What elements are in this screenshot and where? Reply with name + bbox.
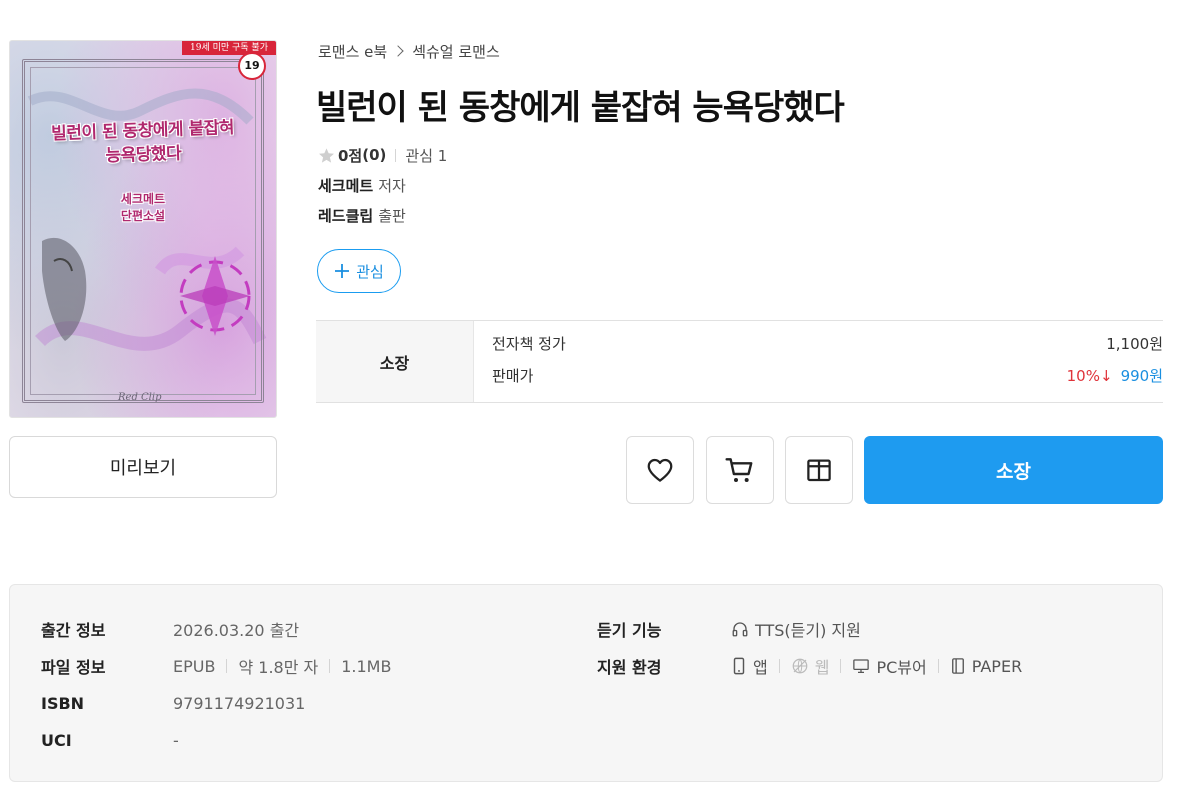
- list-price-label: 전자책 정가: [492, 335, 566, 353]
- env-web: 웹: [791, 654, 830, 678]
- wish-button[interactable]: 관심: [317, 249, 401, 293]
- web-disabled-icon: [792, 658, 808, 674]
- file-format: EPUB: [173, 656, 216, 676]
- cart-button[interactable]: [706, 436, 774, 504]
- book-cover[interactable]: 19세 미만 구독 불가 19 빌런이 된 동창에게 붙잡혀 능욕당했다 세크메…: [9, 40, 277, 418]
- publish-info-label: 출간 정보: [41, 621, 106, 640]
- plus-icon: [335, 264, 350, 278]
- sale-price-label: 판매가: [492, 367, 534, 385]
- divider: [937, 659, 939, 673]
- listen-row: 듣기 기능 TTS(듣기) 지원: [597, 618, 1137, 640]
- rating-count[interactable]: (0): [362, 146, 386, 164]
- sale-price-value: 990원: [1120, 367, 1163, 385]
- wish-button-label: 관심: [356, 262, 384, 281]
- divider: [778, 659, 780, 673]
- publisher-name[interactable]: 레드클립: [318, 207, 373, 225]
- tts-label: TTS(듣기) 지원: [755, 621, 861, 640]
- cover-title: 빌런이 된 동창에게 붙잡혀 능욕당했다: [10, 114, 276, 171]
- listen-label: 듣기 기능: [597, 621, 662, 640]
- chevron-right-icon: [392, 45, 404, 57]
- rating-summary: 0점 (0) 관심 1: [318, 145, 447, 165]
- divider: [840, 659, 842, 673]
- publisher-info: 레드클립 출판: [318, 205, 406, 225]
- age-19-badge: 19: [238, 52, 266, 80]
- env-web-label: 웹: [814, 658, 830, 677]
- env-paper-label: PAPER: [971, 656, 1023, 676]
- file-length: 약 1.8만 자: [238, 658, 319, 677]
- cart-icon: [725, 458, 753, 482]
- author-info: 세크메트 저자: [318, 175, 406, 195]
- favorite-button[interactable]: [626, 436, 694, 504]
- file-info-row: 파일 정보 EPUB 약 1.8만 자 1.1MB: [41, 654, 561, 678]
- cover-genre: 단편소설: [120, 209, 166, 223]
- breadcrumb-subcategory[interactable]: 섹슈얼 로맨스: [412, 41, 500, 62]
- price-type-label: 소장: [316, 321, 474, 402]
- isbn-value: 9791174921031: [173, 693, 306, 713]
- file-info-label: 파일 정보: [41, 658, 106, 677]
- heart-icon: [647, 458, 673, 482]
- cover-author: 세크메트: [120, 192, 166, 206]
- cover-subtitle: 세크메트 단편소설: [10, 191, 276, 225]
- isbn-row: ISBN 9791174921031: [41, 692, 561, 714]
- env-app-label: 앱: [753, 658, 768, 677]
- list-price-row: 전자책 정가 1,100원: [492, 333, 1163, 365]
- env-pc-label: PC뷰어: [876, 658, 927, 677]
- uci-value: -: [173, 730, 179, 750]
- purchase-button[interactable]: 소장: [864, 436, 1163, 504]
- file-size: 1.1MB: [341, 656, 392, 676]
- price-details: 전자책 정가 1,100원 판매가 10%↓ 990원: [474, 321, 1163, 402]
- gift-icon: [807, 459, 831, 482]
- divider: [329, 659, 331, 673]
- sale-price-row: 판매가 10%↓ 990원: [492, 365, 1163, 397]
- publisher-role: 출판: [378, 207, 406, 225]
- breadcrumb-category[interactable]: 로맨스 e북: [318, 41, 387, 62]
- author-name[interactable]: 세크메트: [318, 177, 373, 195]
- rating-score[interactable]: 0점: [338, 145, 362, 166]
- env-row: 지원 환경 앱 웹 PC뷰어 PAPER: [597, 654, 1137, 678]
- divider: [395, 148, 397, 162]
- isbn-label: ISBN: [41, 693, 85, 713]
- author-role: 저자: [378, 177, 406, 195]
- uci-label: UCI: [41, 730, 72, 750]
- wish-count: 관심 1: [405, 146, 448, 165]
- age-restriction-notice: 19세 미만 구독 불가: [182, 41, 276, 55]
- discount-rate: 10%↓: [1066, 367, 1113, 385]
- listen-value: TTS(듣기) 지원: [731, 617, 861, 641]
- file-info-value: EPUB 약 1.8만 자 1.1MB: [173, 654, 391, 678]
- star-icon: [319, 147, 334, 163]
- env-pc: PC뷰어: [852, 654, 927, 678]
- env-value: 앱 웹 PC뷰어 PAPER: [731, 654, 1022, 678]
- env-label: 지원 환경: [597, 658, 662, 677]
- gift-button[interactable]: [785, 436, 853, 504]
- uci-row: UCI -: [41, 729, 561, 751]
- price-table: 소장 전자책 정가 1,100원 판매가 10%↓ 990원: [316, 320, 1163, 403]
- env-app: 앱: [731, 654, 768, 678]
- publish-info-row: 출간 정보 2026.03.20 출간: [41, 618, 561, 640]
- env-paper: PAPER: [950, 657, 1022, 676]
- list-price-value: 1,100원: [1106, 335, 1163, 353]
- phone-icon: [733, 657, 745, 675]
- headphones-icon: [732, 622, 748, 637]
- book-details: 출간 정보 2026.03.20 출간 파일 정보 EPUB 약 1.8만 자 …: [9, 584, 1163, 782]
- book-title: 빌런이 된 동창에게 붙잡혀 능욕당했다: [316, 88, 845, 128]
- breadcrumb: 로맨스 e북 섹슈얼 로맨스: [318, 40, 500, 62]
- paper-icon: [951, 658, 964, 674]
- divider: [226, 659, 228, 673]
- monitor-icon: [853, 659, 870, 674]
- tts-support: TTS(듣기) 지원: [731, 617, 861, 641]
- preview-button[interactable]: 미리보기: [9, 436, 277, 498]
- publish-info-value: 2026.03.20 출간: [173, 621, 300, 640]
- publisher-logo: Red Clip: [118, 392, 162, 403]
